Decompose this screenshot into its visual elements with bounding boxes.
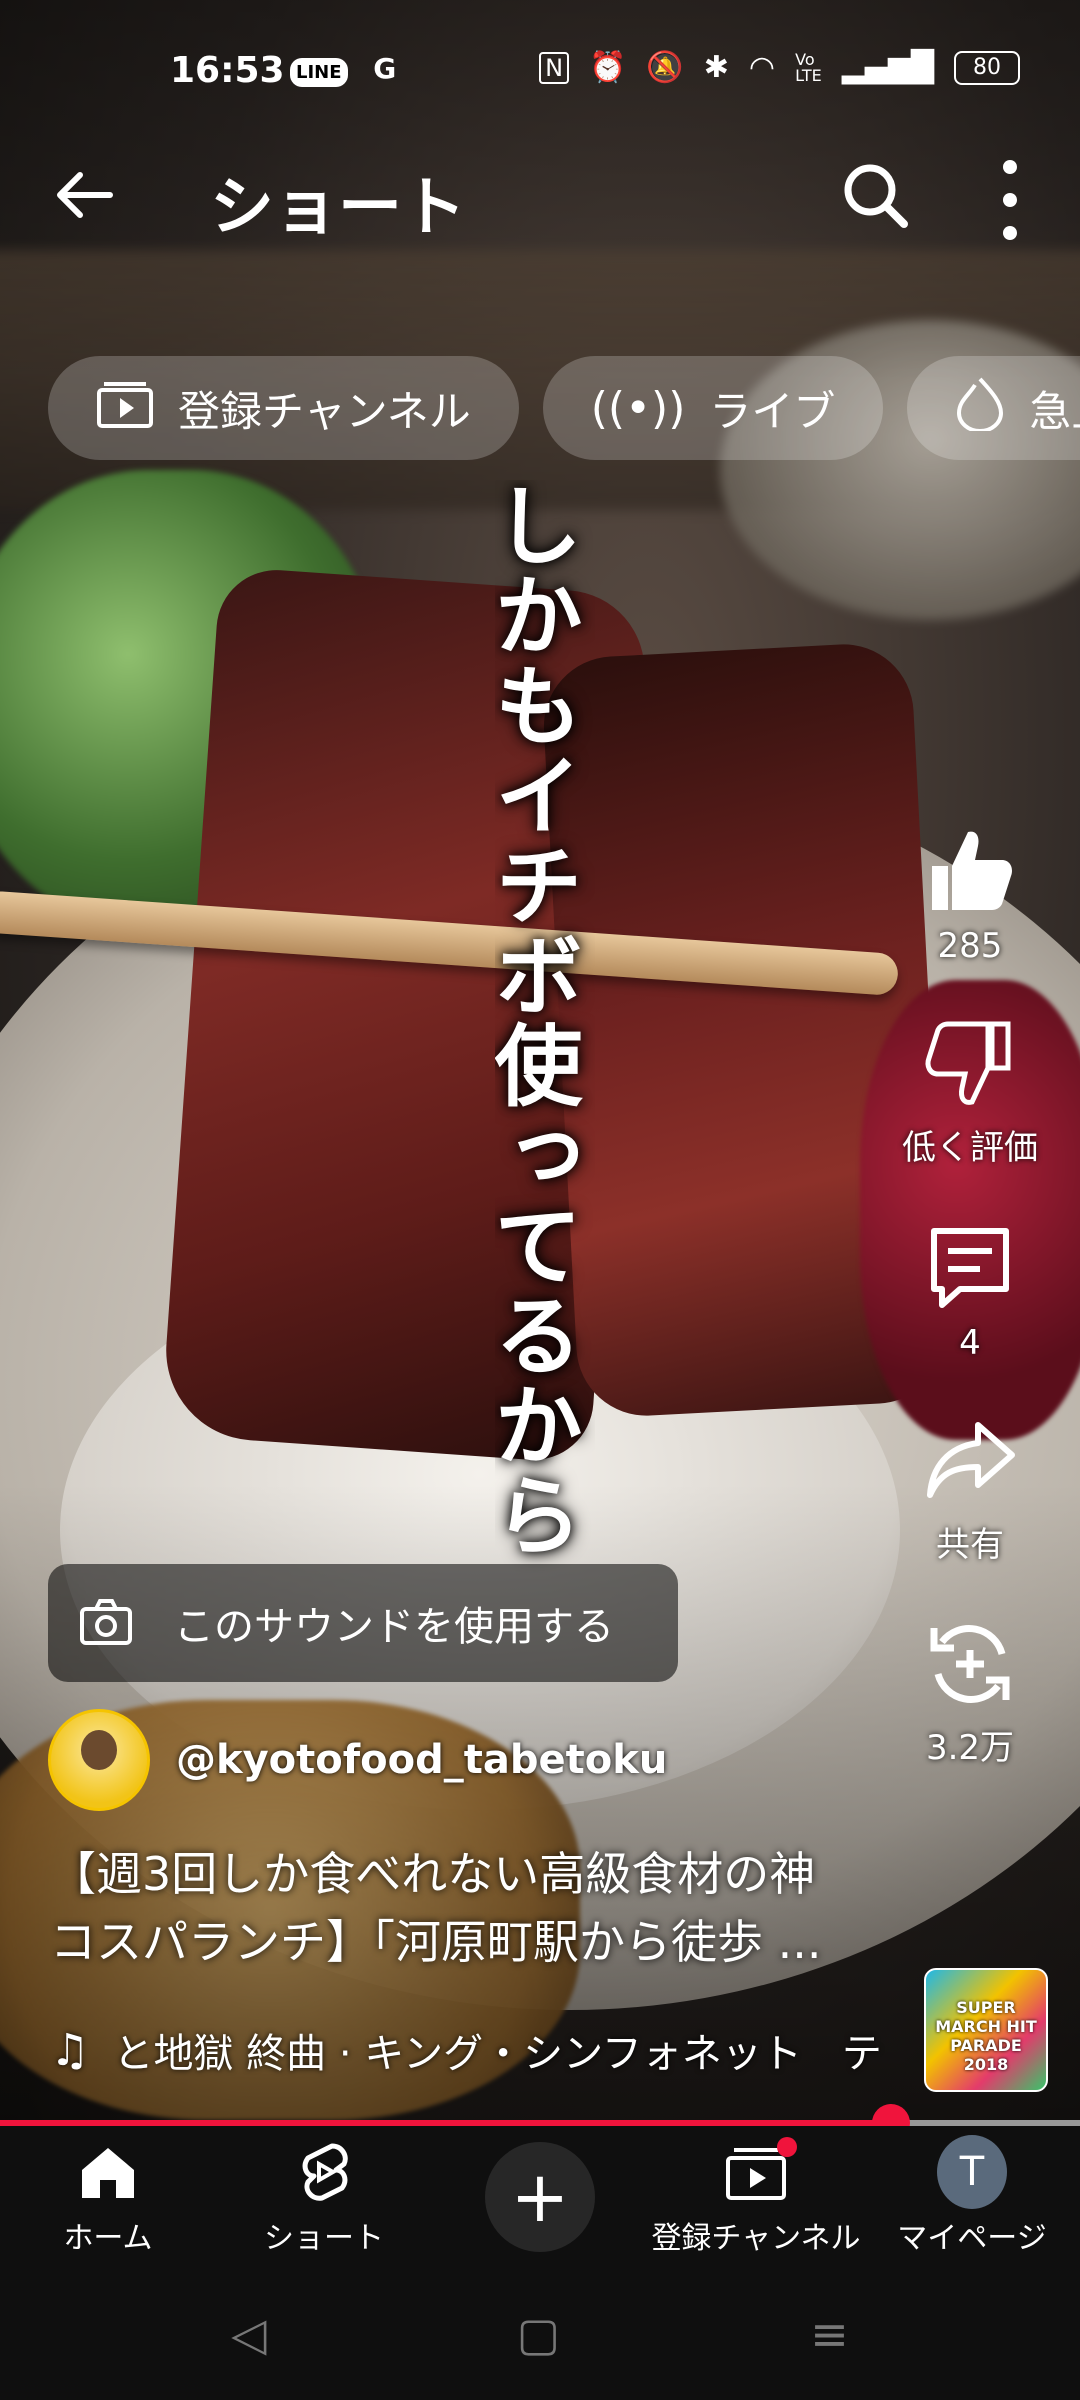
remix-count: 3.2万 [925, 1728, 1015, 1768]
live-icon: ((•)) [590, 382, 686, 434]
channel-avatar[interactable] [48, 1709, 150, 1811]
remix-button[interactable]: 3.2万 [880, 1614, 1060, 1769]
mute-icon: 🔕 [646, 50, 684, 85]
album-art[interactable]: SUPER MARCH HIT PARADE 2018 [924, 1968, 1048, 2092]
system-recents-icon[interactable]: ≡ [810, 2307, 849, 2361]
status-right: N ⏰ 🔕 ✱ ◠ Vo LTE ▂▄▆█ 80 [539, 50, 1020, 85]
nav-create[interactable]: + [432, 2126, 648, 2268]
shorts-icon [289, 2137, 359, 2207]
nav-mypage[interactable]: T マイページ [864, 2126, 1080, 2268]
nav-subscriptions[interactable]: 登録チャンネル [648, 2126, 864, 2268]
use-sound-label: このサウンドを使用する [174, 1604, 614, 1650]
filter-chips: 登録チャンネル ((•)) ライブ 急上 [48, 356, 1080, 466]
alarm-icon: ⏰ [589, 50, 627, 85]
camera-icon [80, 1599, 132, 1645]
status-bar: 16:53 LINE G N ⏰ 🔕 ✱ ◠ Vo LTE ▂▄▆█ 80 [0, 40, 1080, 100]
chip-live[interactable]: ((•)) ライブ [542, 356, 884, 460]
trending-icon [955, 375, 1005, 442]
system-back-icon[interactable]: ◁ [231, 2307, 266, 2361]
google-icon: G [373, 52, 397, 85]
top-bar: ショート [0, 150, 1080, 270]
comment-count: 4 [959, 1323, 981, 1363]
music-title: と地獄 終曲 · キング・シンフォネット テ [113, 2031, 882, 2077]
chip-label: ライブ [709, 386, 836, 436]
bottom-navigation: ホーム ショート + 登録チャンネル T マイページ [0, 2126, 1080, 2268]
wifi-icon: ◠ [748, 50, 776, 85]
system-home-icon[interactable]: ▢ [517, 2307, 560, 2361]
video-overlay-caption: しかもイチボ使ってるから [495, 480, 583, 1560]
channel-row[interactable]: @kyotofood_tabetoku [48, 1709, 667, 1811]
subscriptions-icon [721, 2137, 797, 2207]
dislike-button[interactable]: 低く評価 [880, 1014, 1060, 1169]
back-arrow-icon[interactable] [50, 160, 120, 230]
thumbs-down-icon [925, 1021, 1011, 1105]
music-note-icon: ♫ [50, 2024, 90, 2076]
chip-label: 登録チャンネル [178, 386, 471, 436]
system-navigation: ◁ ▢ ≡ [0, 2268, 1080, 2400]
home-icon [73, 2137, 143, 2207]
nav-home[interactable]: ホーム [0, 2126, 216, 2268]
nav-shorts[interactable]: ショート [216, 2126, 432, 2268]
volte-icon: Vo LTE [795, 49, 822, 85]
page-title: ショート [210, 171, 466, 245]
like-button[interactable]: 285 [880, 820, 1060, 966]
nav-label: マイページ [897, 2221, 1047, 2256]
video-description[interactable]: 【週3回しか食べれない高級食材の神 コスパランチ】「河原町駅から徒歩 ... [50, 1840, 890, 1976]
share-label: 共有 [936, 1525, 1004, 1565]
signal-icon: ▂▄▆█ [841, 50, 934, 85]
more-options-icon[interactable] [980, 160, 1040, 240]
chip-label: 急上 [1029, 386, 1080, 436]
use-sound-button[interactable]: このサウンドを使用する [48, 1564, 678, 1682]
description-line: 【週3回しか食べれない高級食材の神 [50, 1847, 816, 1901]
thumbs-up-icon [932, 831, 1012, 910]
share-button[interactable]: 共有 [880, 1411, 1060, 1566]
action-column: 285 低く評価 4 共有 3.2万 [880, 820, 1060, 1817]
comments-button[interactable]: 4 [880, 1217, 1060, 1363]
status-time: 16:53 [170, 50, 285, 91]
channel-handle[interactable]: @kyotofood_tabetoku [176, 1737, 667, 1783]
comment-icon [931, 1228, 1009, 1308]
chip-subscriptions[interactable]: 登録チャンネル [48, 356, 519, 460]
remix-icon [930, 1625, 1010, 1703]
shorts-screen: しかもイチボ使ってるから 16:53 LINE G N ⏰ 🔕 ✱ ◠ Vo LT… [0, 0, 1080, 2400]
like-count: 285 [937, 926, 1003, 966]
share-icon [927, 1422, 1015, 1498]
music-ticker[interactable]: ♫ と地獄 終曲 · キング・シンフォネット テ [50, 2020, 890, 2080]
line-icon: LINE [290, 58, 348, 87]
avatar: T [937, 2135, 1007, 2209]
nav-label: 登録チャンネル [651, 2221, 861, 2256]
chip-trending[interactable]: 急上 [907, 356, 1080, 460]
album-art-text: SUPER MARCH HIT PARADE 2018 [935, 1998, 1037, 2074]
description-line: コスパランチ】「河原町駅から徒歩 ... [50, 1915, 822, 1969]
nav-label: ホーム [63, 2221, 153, 2256]
search-icon[interactable] [840, 160, 910, 230]
nfc-icon: N [539, 51, 570, 84]
subscriptions-icon [96, 378, 154, 439]
nav-label: ショート [264, 2221, 384, 2256]
bluetooth-icon: ✱ [703, 50, 729, 85]
dislike-label: 低く評価 [902, 1128, 1038, 1168]
notification-dot [777, 2137, 797, 2157]
add-icon: + [485, 2142, 595, 2252]
status-app-icons: LINE G [290, 52, 412, 87]
battery-icon: 80 [954, 50, 1020, 85]
